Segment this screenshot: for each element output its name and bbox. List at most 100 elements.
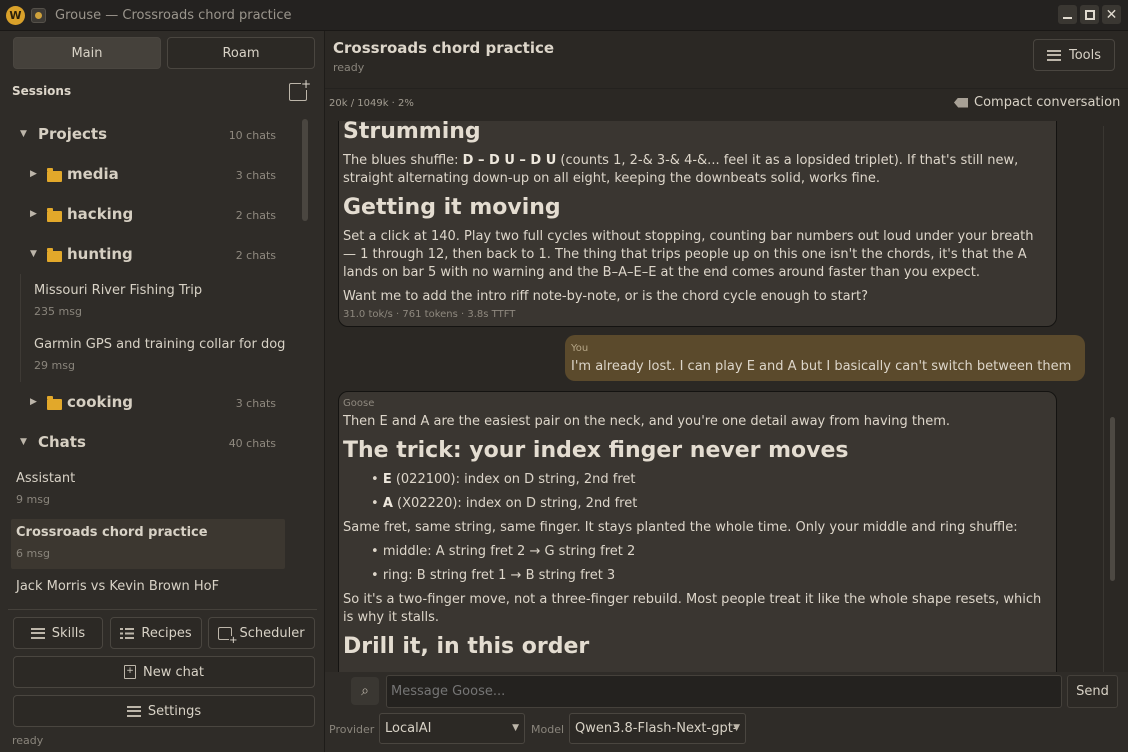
chat-msg-count: 9 msg [16, 493, 50, 506]
calendar-add-icon [218, 626, 238, 646]
chat-title: Garmin GPS and training collar for dog [34, 337, 286, 352]
chat-scrollbar[interactable] [1110, 417, 1115, 581]
send-button[interactable]: Send [1067, 675, 1118, 708]
list-item[interactable]: Garmin GPS and training collar for dog 2… [8, 335, 293, 375]
folder-hunting[interactable]: ▼ hunting 2 chats [8, 243, 293, 267]
scroll-track [1103, 126, 1104, 672]
compact-label: Compact conversation [974, 95, 1121, 110]
projects-group[interactable]: ▼ Projects 10 chats [8, 123, 293, 147]
sidebar-status: ready [12, 734, 44, 747]
message-paragraph: Then E and A are the easiest pair on the… [343, 414, 951, 429]
text-run: The blues shuffle: [343, 153, 463, 168]
projects-count: 10 chats [228, 129, 276, 142]
message-text: I'm already lost. I can play E and A but… [571, 359, 1072, 374]
bold-text: E [382, 472, 392, 487]
user-message: You I'm already lost. I can play E and A… [565, 335, 1085, 381]
chat-title: Jack Morris vs Kevin Brown HoF [16, 579, 220, 594]
folder-cooking[interactable]: ▶ cooking 3 chats [8, 391, 293, 415]
sidebar: Main Roam Sessions ▼ Projects 10 chats ▶… [0, 31, 325, 752]
chat-title: Assistant [16, 471, 76, 486]
mode-roam-button[interactable]: Roam [167, 37, 315, 69]
new-chat-button[interactable]: + New chat [13, 656, 315, 688]
scheduler-button[interactable]: Scheduler [208, 617, 315, 649]
message-sender: You [571, 343, 589, 354]
message-heading: Strumming [343, 121, 481, 144]
app-logo-icon: W [6, 6, 25, 25]
list-item[interactable]: Assistant 9 msg [8, 469, 293, 509]
folder-label: hacking [67, 205, 134, 223]
mode-main-button[interactable]: Main [13, 37, 161, 69]
folder-label: cooking [67, 393, 134, 411]
chevron-down-icon: ▼ [512, 723, 519, 733]
bold-text: A [382, 496, 393, 511]
sidebar-scrollbar[interactable] [302, 119, 308, 221]
provider-select[interactable]: LocalAI ▼ [379, 713, 525, 744]
folder-icon [47, 208, 62, 222]
settings-label: Settings [147, 703, 202, 719]
folder-label: hunting [67, 245, 133, 263]
text-run: ring: B string fret 1 → B string fret 3 [382, 568, 616, 583]
message-paragraph: The blues shuffle: D – D U – D U (counts… [343, 152, 1048, 188]
list-item-selected[interactable]: Crossroads chord practice 6 msg [8, 523, 293, 563]
message-paragraph: Set a click at 140. Play two full cycles… [343, 229, 1034, 280]
chevron-down-icon: ▼ [30, 249, 37, 259]
composer: ⌕ Send Provider LocalAI ▼ Model Qwen3.8-… [325, 672, 1128, 752]
list-item[interactable]: Missouri River Fishing Trip 235 msg [8, 281, 293, 321]
chat-msg-count: 29 msg [34, 359, 75, 372]
text-run: (X02220): index on D string, 2nd fret [392, 496, 638, 511]
folder-media[interactable]: ▶ media 3 chats [8, 163, 293, 187]
model-select[interactable]: Qwen3.8-Flash-Next-gpt- ▼ [569, 713, 746, 744]
folder-icon [47, 168, 62, 182]
divider [8, 609, 317, 610]
skills-button[interactable]: Skills [13, 617, 103, 649]
menu-lines-icon [1046, 49, 1061, 61]
new-chat-label: New chat [143, 664, 204, 680]
token-usage: 20k / 1049k · 2% [329, 98, 414, 109]
close-icon[interactable]: ✕ [1102, 5, 1121, 24]
chat-msg-count: 235 msg [34, 305, 82, 318]
list-item[interactable]: Jack Morris vs Kevin Brown HoF [8, 577, 293, 607]
chevron-right-icon: ▶ [30, 209, 37, 219]
projects-label: Projects [38, 125, 108, 143]
eraser-icon [954, 97, 968, 108]
chevron-right-icon: ▶ [30, 397, 37, 407]
menu-lines-icon [30, 627, 45, 639]
list-item: • A (X02220): index on D string, 2nd fre… [371, 496, 638, 511]
scheduler-label: Scheduler [239, 625, 305, 641]
folder-count: 3 chats [235, 169, 276, 182]
message-list: Strumming The blues shuffle: D – D U – D… [325, 121, 1128, 672]
settings-button[interactable]: Settings [13, 695, 315, 727]
compact-conversation-button[interactable]: Compact conversation [954, 95, 1120, 110]
chat-msg-count: 6 msg [16, 547, 50, 560]
maximize-icon[interactable] [1080, 5, 1099, 24]
conversation-title: Crossroads chord practice [333, 39, 555, 57]
assistant-message: Strumming The blues shuffle: D – D U – D… [338, 121, 1057, 327]
text-run: (022100): index on D string, 2nd fret [391, 472, 636, 487]
chevron-down-icon: ▼ [20, 437, 27, 447]
chevron-down-icon: ▼ [20, 129, 27, 139]
minimize-icon[interactable] [1058, 5, 1077, 24]
message-paragraph: So it's a two-finger move, not a three-f… [343, 592, 1042, 625]
folder-count: 3 chats [235, 397, 276, 410]
folder-hacking[interactable]: ▶ hacking 2 chats [8, 203, 293, 227]
chevron-right-icon: ▶ [30, 169, 37, 179]
tools-button[interactable]: Tools [1033, 39, 1115, 71]
message-stats: 31.0 tok/s · 761 tokens · 3.8s TTFT [343, 309, 516, 320]
folder-label: media [67, 165, 119, 183]
message-paragraph: Want me to add the intro riff note-by-no… [343, 289, 868, 304]
menu-lines-icon [126, 705, 141, 717]
chats-count: 40 chats [228, 437, 276, 450]
text-run: middle: A string fret 2 → G string fret … [382, 544, 636, 559]
chats-label: Chats [38, 433, 86, 451]
conversation-status: ready [333, 61, 365, 74]
paperclip-icon[interactable]: ⌕ [351, 677, 379, 705]
session-tree: ▼ Projects 10 chats ▶ media 3 chats ▶ ha… [8, 111, 293, 611]
model-value: Qwen3.8-Flash-Next-gpt- [575, 721, 738, 736]
folder-count: 2 chats [235, 249, 276, 262]
message-input[interactable] [386, 675, 1062, 708]
main-panel: Crossroads chord practice ready Tools 20… [325, 31, 1128, 752]
chats-group[interactable]: ▼ Chats 40 chats [8, 431, 293, 455]
recipes-button[interactable]: Recipes [110, 617, 202, 649]
new-session-icon[interactable] [289, 78, 311, 101]
app-secondary-icon[interactable] [31, 8, 46, 23]
